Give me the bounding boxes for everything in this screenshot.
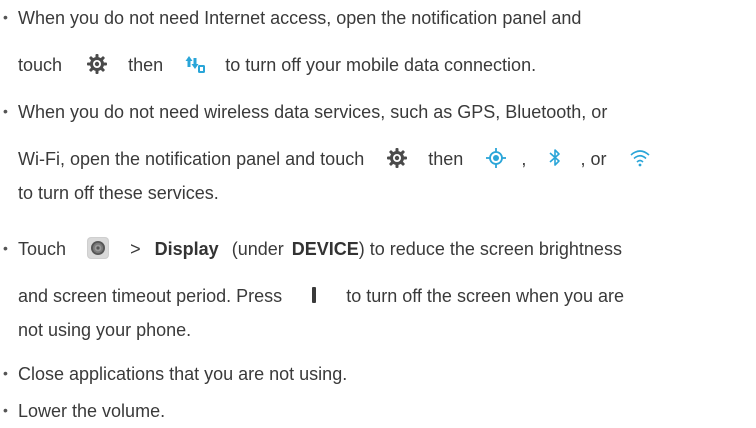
settings-gear-icon xyxy=(386,147,408,169)
bullet-3-post-text: ) to reduce the screen brightness xyxy=(358,239,622,259)
bullet-1-then-text: then xyxy=(128,55,164,75)
bullet-3-touch-text: Touch xyxy=(18,239,67,259)
bullet-3-line-1: Touch > Display (under DEVICE) to reduce… xyxy=(18,236,622,260)
bullet-2-line-1: When you do not need wireless data servi… xyxy=(18,102,608,122)
bullet-marker: • xyxy=(3,9,8,25)
bluetooth-icon xyxy=(548,147,562,169)
bullet-5-line-1: Lower the volume. xyxy=(18,401,166,421)
bullet-2-or-text: , or xyxy=(580,149,607,169)
bullet-marker: • xyxy=(3,365,8,381)
gps-location-icon xyxy=(485,147,507,169)
wifi-icon xyxy=(629,147,651,169)
bullet-1-post-text: to turn off your mobile data connection. xyxy=(225,55,537,75)
display-menu-label: Display xyxy=(154,239,219,259)
bullet-2-line-2: Wi-Fi, open the notification panel and t… xyxy=(18,148,651,170)
bullet-marker: • xyxy=(3,103,8,119)
bullet-2-pre-text: Wi-Fi, open the notification panel and t… xyxy=(18,149,365,169)
mobile-data-icon xyxy=(185,53,207,75)
power-button-icon xyxy=(310,284,318,306)
bullet-3-post-text-2: to turn off the screen when you are xyxy=(346,286,625,306)
bullet-3-under-text: (under xyxy=(231,239,284,259)
bullet-1-line-2: touch then to turn off your mobile data … xyxy=(18,54,536,76)
bullet-3-press-text: and screen timeout period. Press xyxy=(18,286,283,306)
bullet-4-line-1: Close applications that you are not usin… xyxy=(18,364,348,384)
bullet-marker: • xyxy=(3,240,8,256)
bullet-3-line-2: and screen timeout period. Press to turn… xyxy=(18,285,624,307)
bullet-3-line-3: not using your phone. xyxy=(18,320,192,340)
bullet-3-gt: > xyxy=(130,239,141,259)
bullet-2-line-3: to turn off these services. xyxy=(18,183,219,203)
bullet-1-touch-text: touch xyxy=(18,55,63,75)
settings-app-icon xyxy=(86,236,110,260)
bullet-2-comma: , xyxy=(521,149,527,169)
bullet-2-then-text: then xyxy=(428,149,464,169)
device-section-label: DEVICE xyxy=(291,239,359,259)
settings-gear-icon xyxy=(86,53,108,75)
bullet-marker: • xyxy=(3,402,8,418)
bullet-1-line-1: When you do not need Internet access, op… xyxy=(18,8,582,28)
